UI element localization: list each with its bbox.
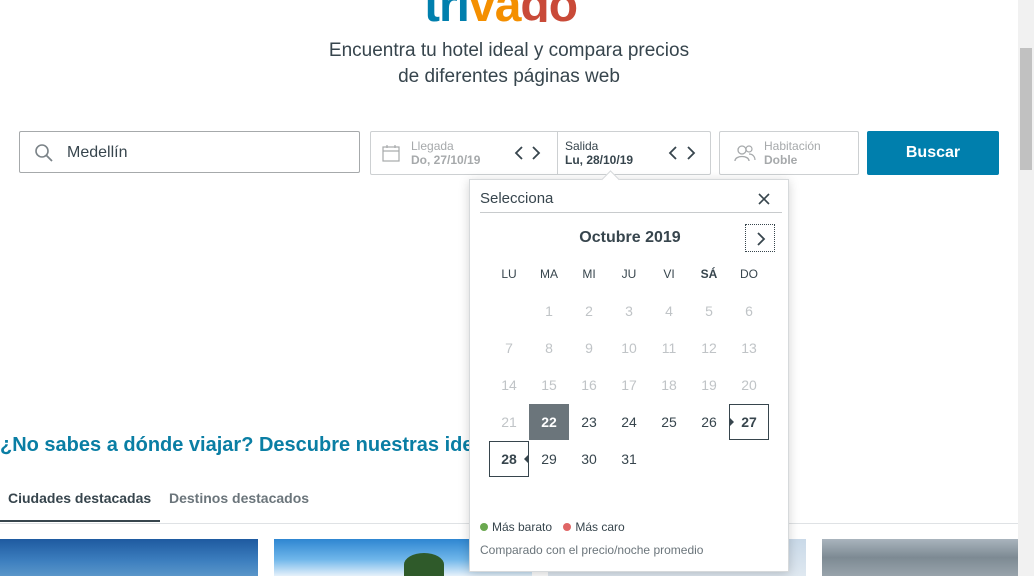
calendar-day[interactable]: 30	[569, 441, 609, 477]
weekday-label: SÁ	[700, 267, 718, 281]
calendar-day: 21	[501, 414, 517, 430]
checkout-prev-icon[interactable]	[666, 145, 680, 161]
checkin-value: Do, 27/10/19	[411, 153, 481, 167]
weekday-label: JU	[621, 267, 637, 281]
green-dot-icon	[480, 523, 488, 531]
calendar-day: 8	[545, 340, 553, 356]
calendar-day: 4	[665, 303, 673, 319]
calendar-day[interactable]: 29	[529, 441, 569, 477]
checkin-prev-icon[interactable]	[512, 145, 526, 161]
city-card-image[interactable]	[0, 539, 258, 576]
calendar-day[interactable]: 22	[529, 404, 569, 440]
calendar-day: 19	[701, 377, 717, 393]
tab-destinos-destacados[interactable]: Destinos destacados	[169, 490, 309, 506]
calendar-day[interactable]: 27	[729, 404, 769, 440]
calendar-day[interactable]: 28	[489, 441, 529, 477]
weekday-label: VI	[663, 267, 675, 281]
calendar-popover: Selecciona Octubre 2019 LU MA MI JU VI SÁ DO 1 2…	[469, 170, 789, 572]
tab-ciudades-destacadas[interactable]: Ciudades destacadas	[8, 490, 151, 506]
active-tab-underline	[0, 520, 160, 522]
calendar-day[interactable]: 31	[609, 441, 649, 477]
calendar-day: 14	[501, 377, 517, 393]
checkin-field[interactable]: Llegada Do, 27/10/19	[371, 132, 557, 174]
date-picker[interactable]: Llegada Do, 27/10/19 Salida Lu, 28/10/19	[370, 131, 711, 175]
page-scrollbar[interactable]	[1018, 0, 1034, 576]
room-label: Habitación	[764, 139, 821, 153]
weekday-label: MA	[540, 267, 558, 281]
palm-tree-shape	[404, 553, 444, 576]
close-icon[interactable]	[757, 192, 771, 206]
calendar-day: 12	[701, 340, 717, 356]
calendar-day: 18	[661, 377, 677, 393]
checkin-label: Llegada	[411, 139, 454, 153]
scrollbar-thumb[interactable]	[1020, 48, 1032, 170]
trivago-logo[interactable]: trivago	[424, 0, 577, 22]
room-field[interactable]: Habitación Doble	[719, 131, 859, 175]
calendar-day: 13	[741, 340, 757, 356]
calendar-day[interactable]: 24	[609, 404, 649, 440]
calendar-day[interactable]: 26	[689, 404, 729, 440]
calendar-day: 2	[585, 303, 593, 319]
calendar-day: 17	[621, 377, 637, 393]
next-month-button[interactable]	[745, 224, 775, 252]
checkout-next-icon[interactable]	[684, 145, 698, 161]
calendar-divider	[480, 212, 782, 213]
discover-title: ¿No sabes a dónde viajar? Descubre nuest…	[0, 434, 474, 456]
red-dot-icon	[563, 523, 572, 531]
weekday-label: DO	[740, 267, 758, 281]
chevron-right-icon	[757, 232, 766, 246]
calendar-header: Selecciona	[480, 190, 554, 207]
calendar-day: 11	[661, 340, 677, 356]
legend-expensive: Más caro	[563, 520, 625, 534]
checkout-value: Lu, 28/10/19	[565, 153, 634, 167]
calendar-day: 16	[581, 377, 597, 393]
checkin-next-icon[interactable]	[529, 145, 543, 161]
price-note: Comparado con el precio/noche promedio	[480, 543, 704, 557]
calendar-day: 3	[625, 303, 633, 319]
calendar-day: 10	[621, 340, 637, 356]
search-icon	[35, 144, 53, 162]
headline: Encuentra tu hotel ideal y compara preci…	[0, 38, 1018, 90]
guests-icon	[734, 145, 756, 162]
weekday-label: MI	[582, 267, 596, 281]
calendar-day: 1	[545, 303, 553, 319]
checkout-label: Salida	[565, 139, 599, 153]
calendar-day[interactable]: 25	[649, 404, 689, 440]
headline-line-1: Encuentra tu hotel ideal y compara preci…	[328, 40, 690, 61]
calendar-day[interactable]: 23	[569, 404, 609, 440]
calendar-day: 9	[585, 340, 593, 356]
weekday-label: LU	[501, 267, 517, 281]
headline-line-2: de diferentes páginas web	[398, 66, 620, 87]
calendar-icon	[382, 145, 400, 162]
legend-cheap: Más barato	[480, 520, 552, 534]
calendar-day: 7	[505, 340, 513, 356]
search-button[interactable]: Buscar	[867, 131, 999, 175]
price-legend: Más barato Más caro	[480, 520, 633, 534]
calendar-day: 6	[745, 303, 753, 319]
calendar-day: 15	[541, 377, 557, 393]
calendar-day: 20	[741, 377, 757, 393]
room-value: Doble	[764, 153, 798, 167]
month-title: Octubre 2019	[579, 229, 681, 246]
checkin-marker	[729, 417, 734, 427]
calendar-day: 5	[705, 303, 713, 319]
city-card-image[interactable]	[822, 539, 1018, 576]
destination-input[interactable]: Medellín	[19, 131, 360, 173]
destination-value[interactable]: Medellín	[67, 144, 127, 162]
checkout-field[interactable]: Salida Lu, 28/10/19	[557, 132, 711, 174]
